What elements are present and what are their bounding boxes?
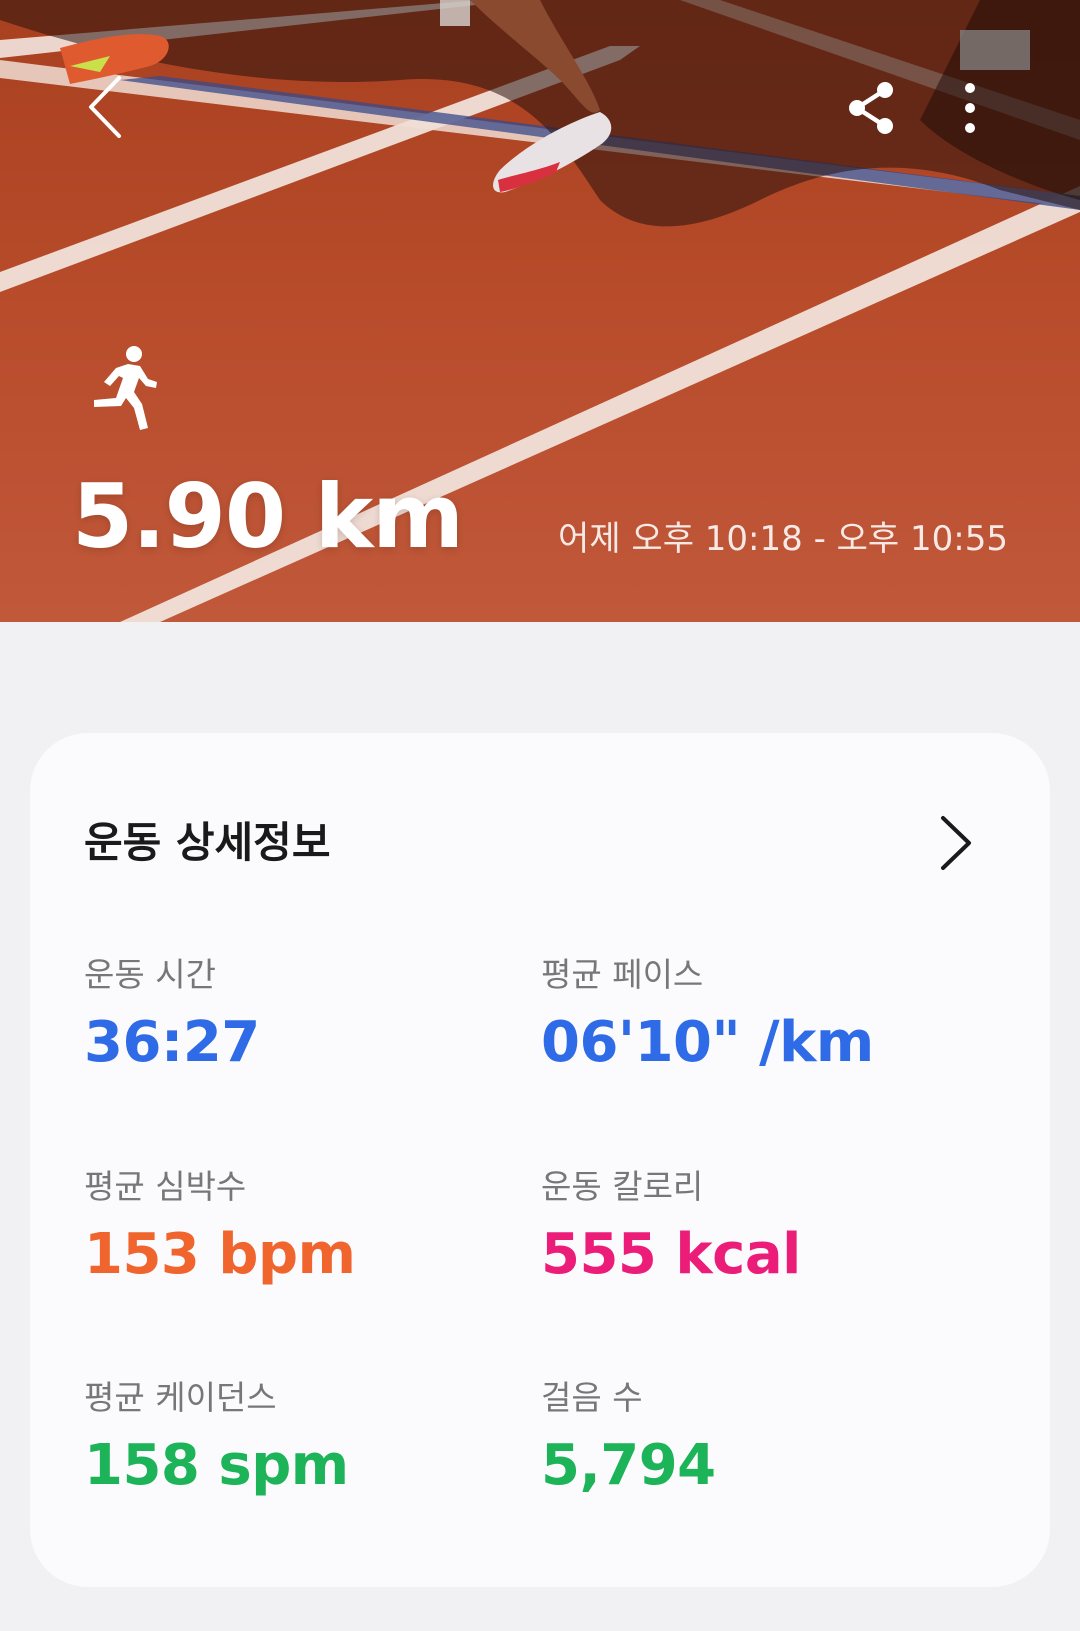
stat-average-heart-rate: 평균 심박수 153 bpm — [84, 1165, 524, 1293]
stat-value: 153 bpm — [84, 1222, 356, 1287]
stat-label: 걸음 수 — [541, 1378, 643, 1417]
stat-average-pace: 평균 페이스 06'10" /km — [541, 953, 981, 1081]
stat-value: 555 kcal — [541, 1222, 801, 1287]
stat-label: 운동 시간 — [84, 955, 216, 994]
stat-workout-time: 운동 시간 36:27 — [84, 953, 524, 1081]
details-header[interactable]: 운동 상세정보 — [84, 793, 996, 893]
stat-value: 36:27 — [84, 1010, 260, 1075]
chevron-left-icon — [89, 76, 121, 138]
running-person-icon — [94, 346, 157, 430]
stat-value: 158 spm — [84, 1433, 349, 1498]
more-vertical-icon — [965, 83, 975, 133]
stat-steps: 걸음 수 5,794 — [541, 1376, 981, 1504]
details-title: 운동 상세정보 — [84, 818, 331, 867]
share-button[interactable] — [836, 70, 908, 146]
stat-average-cadence: 평균 케이던스 158 spm — [84, 1376, 524, 1504]
chevron-right-icon — [941, 816, 971, 870]
distance-value: 5.90 km — [72, 465, 464, 568]
back-button[interactable] — [70, 62, 140, 152]
share-icon — [849, 82, 893, 134]
details-open-button[interactable] — [916, 803, 996, 883]
stat-value: 5,794 — [541, 1433, 716, 1498]
hero-banner: 5.90 km 어제 오후 10:18 - 오후 10:55 — [0, 0, 1080, 622]
workout-time-range: 어제 오후 10:18 - 오후 10:55 — [558, 519, 1008, 559]
stat-label: 평균 페이스 — [541, 955, 704, 994]
stat-calories: 운동 칼로리 555 kcal — [541, 1165, 981, 1293]
stat-label: 평균 케이던스 — [84, 1378, 277, 1417]
stat-label: 운동 칼로리 — [541, 1167, 704, 1206]
workout-details-card: 운동 상세정보 운동 시간 36:27 평균 페이스 06'10" /km 평균… — [30, 733, 1050, 1587]
stat-value: 06'10" /km — [541, 1010, 874, 1075]
more-options-button[interactable] — [940, 70, 1000, 146]
stat-label: 평균 심박수 — [84, 1167, 247, 1206]
